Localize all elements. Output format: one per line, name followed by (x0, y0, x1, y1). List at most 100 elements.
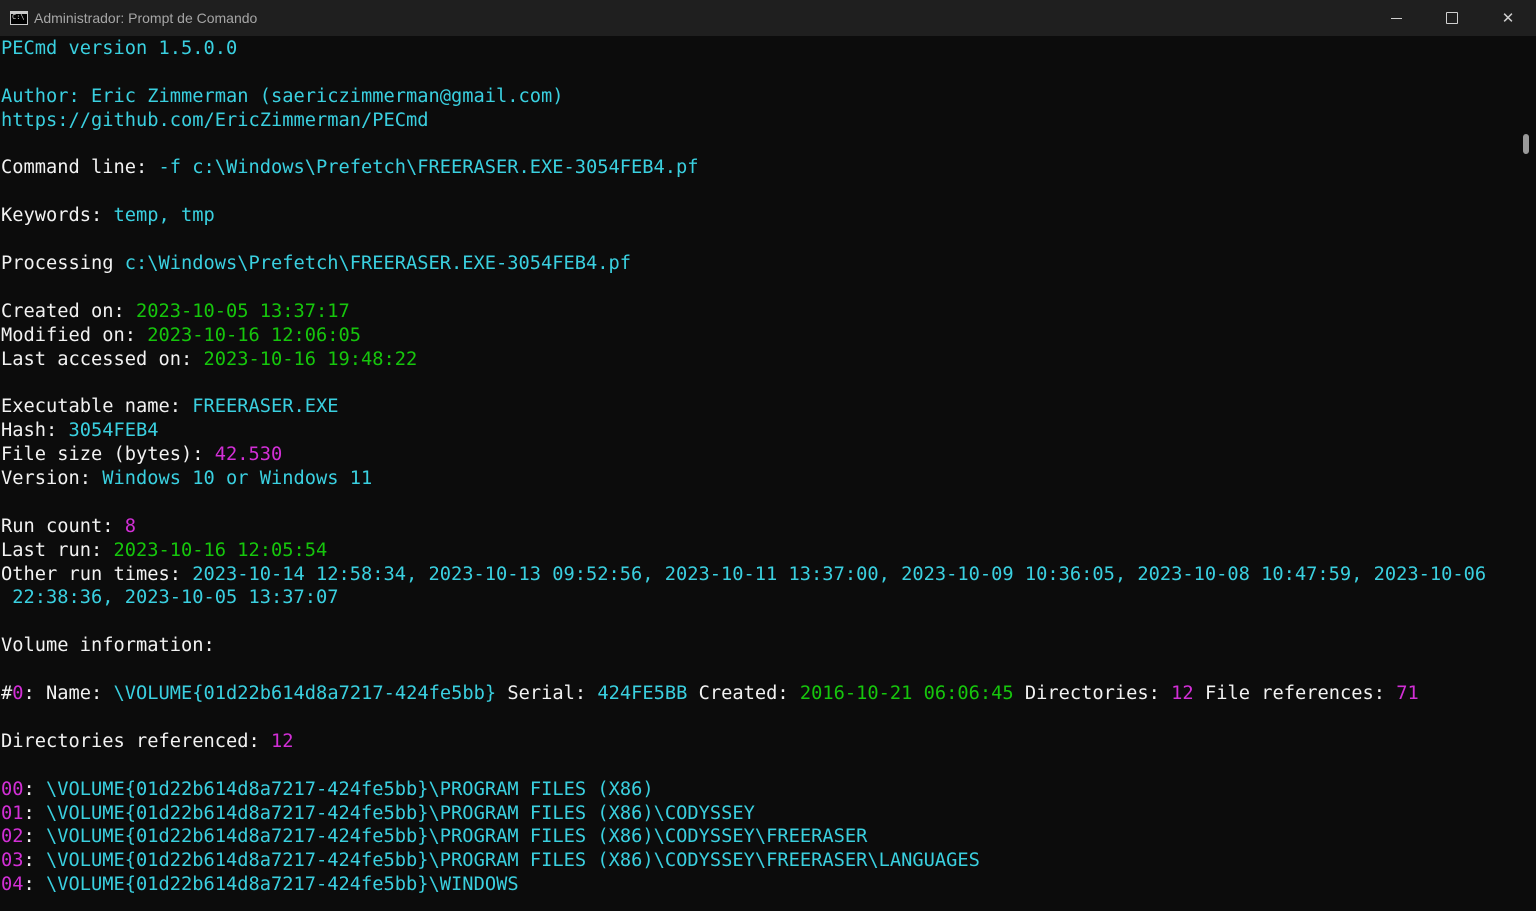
console-text-segment: File references: (1193, 683, 1397, 705)
console-line: Last run: 2023-10-16 12:05:54 (1, 539, 1486, 563)
console-text-segment: Run count: (1, 515, 125, 537)
close-button[interactable]: ✕ (1480, 0, 1536, 36)
console-line: 00: \VOLUME{01d22b614d8a7217-424fe5bb}\P… (1, 778, 1486, 802)
minimize-icon (1390, 17, 1402, 19)
console-text-segment: \VOLUME{01d22b614d8a7217-424fe5bb} (113, 683, 497, 705)
console-text-segment: temp, tmp (113, 205, 215, 227)
title-bar[interactable]: Administrador: Prompt de Comando ✕ (0, 0, 1536, 36)
console-lines: PECmd version 1.5.0.0 Author: Eric Zimme… (1, 37, 1486, 897)
console-line: https://github.com/EricZimmerman/PECmd (1, 109, 1486, 133)
console-line: Run count: 8 (1, 515, 1486, 539)
console-line: Hash: 3054FEB4 (1, 419, 1486, 443)
console-text-segment: Modified on: (1, 324, 148, 346)
console-text-segment: 2016-10-21 06:06:45 (799, 683, 1014, 705)
console-text-segment: Command line: (1, 157, 159, 179)
console-text-segment: \VOLUME{01d22b614d8a7217-424fe5bb}\PROGR… (46, 802, 755, 824)
console-text-segment: 42.530 (214, 444, 283, 466)
maximize-icon (1446, 12, 1458, 24)
console-text-segment: \VOLUME{01d22b614d8a7217-424fe5bb}\WINDO… (46, 874, 519, 896)
console-text-segment: 2023-10-14 12:58:34, 2023-10-13 09:52:56… (192, 563, 1487, 585)
console-text-segment: \VOLUME{01d22b614d8a7217-424fe5bb}\PROGR… (46, 850, 980, 872)
console-text-segment: 2023-10-16 12:06:05 (147, 324, 362, 346)
close-icon: ✕ (1501, 9, 1515, 27)
console-text-segment: 12 (271, 730, 294, 752)
console-line: Volume information: (1, 634, 1486, 658)
console-text-segment: 71 (1396, 683, 1419, 705)
console-text-segment: -f c:\Windows\Prefetch\FREERASER.EXE-305… (158, 157, 699, 179)
console-text-segment: Created on: (1, 300, 137, 322)
console-line: Created on: 2023-10-05 13:37:17 (1, 300, 1486, 324)
console-line: 04: \VOLUME{01d22b614d8a7217-424fe5bb}\W… (1, 873, 1486, 897)
console-line: 22:38:36, 2023-10-05 13:37:07 (1, 586, 1486, 610)
console-text-segment: Keywords: (1, 205, 114, 227)
console-text-segment: Executable name: (1, 396, 193, 418)
console-text-segment: 3054FEB4 (68, 420, 159, 442)
console-text-segment: 8 (124, 515, 137, 537)
command-prompt-window: Administrador: Prompt de Comando ✕ PECmd… (0, 0, 1536, 911)
console-text-segment: : Name: (23, 683, 114, 705)
console-line: Executable name: FREERASER.EXE (1, 395, 1486, 419)
console-text-segment: https://github.com/EricZimmerman/PECmd (1, 109, 429, 131)
console-text-segment: Serial: (496, 683, 598, 705)
console-line: 01: \VOLUME{01d22b614d8a7217-424fe5bb}\P… (1, 802, 1486, 826)
console-line: Directories referenced: 12 (1, 730, 1486, 754)
console-line: Keywords: temp, tmp (1, 204, 1486, 228)
console-line: Author: Eric Zimmerman (saericzimmerman@… (1, 85, 1486, 109)
console-text-segment: File size (bytes): (1, 444, 215, 466)
console-text-segment: \VOLUME{01d22b614d8a7217-424fe5bb}\PROGR… (46, 778, 654, 800)
console-line: 02: \VOLUME{01d22b614d8a7217-424fe5bb}\P… (1, 825, 1486, 849)
console-text-segment: : (23, 802, 47, 824)
console-text-segment: FREERASER.EXE (192, 396, 339, 418)
console-line: Command line: -f c:\Windows\Prefetch\FRE… (1, 156, 1486, 180)
console-text-segment: Volume information: (1, 635, 215, 657)
console-text-segment: : (23, 778, 47, 800)
console-text-segment: Processing (1, 253, 125, 275)
console-output[interactable]: PECmd version 1.5.0.0 Author: Eric Zimme… (0, 36, 1516, 911)
console-text-segment: Directories referenced: (1, 730, 272, 752)
window-controls: ✕ (1368, 0, 1536, 36)
console-text-segment: PECmd version 1.5.0.0 (1, 38, 238, 59)
console-text-segment: 2023-10-05 13:37:17 (136, 300, 350, 322)
scrollbar-thumb[interactable] (1523, 134, 1529, 154)
console-text-segment: # (1, 683, 13, 705)
console-text-segment: 2023-10-16 12:05:54 (113, 539, 328, 561)
console-text-segment: 2023-10-16 19:48:22 (203, 348, 418, 370)
console-text-segment: : (23, 826, 47, 848)
console-text-segment: Last accessed on: (1, 348, 204, 370)
vertical-scrollbar[interactable] (1516, 36, 1536, 911)
console-line: #0: Name: \VOLUME{01d22b614d8a7217-424fe… (1, 682, 1486, 706)
console-text-segment: 12 (1171, 683, 1194, 705)
console-line: Modified on: 2023-10-16 12:06:05 (1, 324, 1486, 348)
console-line: PECmd version 1.5.0.0 (1, 37, 1486, 61)
console-text-segment: 00 (1, 778, 24, 800)
maximize-button[interactable] (1424, 0, 1480, 36)
console-text-segment: 02 (1, 826, 24, 848)
console-line: Processing c:\Windows\Prefetch\FREERASER… (1, 252, 1486, 276)
console-text-segment: 01 (1, 802, 24, 824)
console-text-segment: Created: (687, 683, 800, 705)
console-text-segment: Windows 10 or Windows 11 (102, 468, 373, 490)
console-line: Version: Windows 10 or Windows 11 (1, 467, 1486, 491)
console-text-segment: 424FE5BB (597, 683, 688, 705)
console-line: Other run times: 2023-10-14 12:58:34, 20… (1, 563, 1486, 587)
console-text-segment: c:\Windows\Prefetch\FREERASER.EXE-3054FE… (124, 253, 632, 275)
console-text-segment: Hash: (1, 420, 69, 442)
command-prompt-icon[interactable] (10, 11, 28, 25)
console-line: 03: \VOLUME{01d22b614d8a7217-424fe5bb}\P… (1, 849, 1486, 873)
console-text-segment: \VOLUME{01d22b614d8a7217-424fe5bb}\PROGR… (46, 826, 868, 848)
console-text-segment: 22:38:36, 2023-10-05 13:37:07 (1, 587, 339, 609)
console-line: Last accessed on: 2023-10-16 19:48:22 (1, 348, 1486, 372)
console-text-segment: Version: (1, 468, 103, 490)
minimize-button[interactable] (1368, 0, 1424, 36)
